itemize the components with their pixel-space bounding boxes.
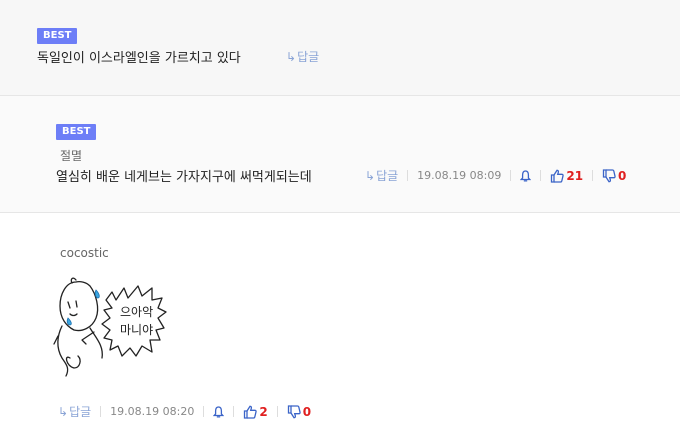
comment-meta: ↳답글 19.08.19 08:20 2 0: [58, 403, 311, 420]
comment-1: BEST 독일인이 이스라엘인을 가르치고 있다 ↳답글: [0, 0, 680, 96]
thumbs-down-icon: [287, 404, 301, 418]
timestamp: 19.08.19 08:09: [417, 169, 502, 182]
reply-arrow-icon: ↳: [365, 169, 376, 183]
thumbs-down-icon: [602, 168, 616, 182]
divider: [233, 406, 235, 417]
image-caption-2: 마니야: [120, 323, 153, 337]
author-name[interactable]: 절멸: [60, 147, 82, 164]
best-badge: BEST: [37, 28, 78, 44]
comment-meta: ↳답글 19.08.19 08:09 21 0: [365, 167, 626, 184]
reply-button[interactable]: ↳답글: [58, 403, 91, 420]
report-button[interactable]: [213, 405, 225, 418]
comment-2: BEST 절멸 열심히 배운 네게브는 가자지구에 써먹게되는데 ↳답글 19.…: [0, 96, 680, 213]
reply-button[interactable]: ↳답글: [365, 167, 398, 184]
reply-button[interactable]: ↳답글: [286, 48, 319, 65]
downvote-button[interactable]: 0: [287, 405, 311, 419]
image-caption-1: 으아악: [120, 305, 153, 319]
timestamp: 19.08.19 08:20: [110, 405, 195, 418]
reply-label: 답글: [297, 50, 320, 64]
comment-text: 독일인이 이스라엘인을 가르치고 있다: [37, 51, 241, 66]
comment-image[interactable]: 으아악 마니야: [52, 272, 174, 382]
upvote-button[interactable]: 2: [243, 404, 268, 419]
best-badge: BEST: [56, 124, 97, 140]
report-button[interactable]: [520, 169, 532, 182]
reply-label: 답글: [376, 169, 399, 183]
downvote-button[interactable]: 0: [602, 169, 626, 183]
comment-text: 열심히 배운 네게브는 가자지구에 써먹게되는데: [56, 170, 312, 185]
report-bell-icon: [520, 169, 532, 181]
divider: [203, 406, 205, 417]
divider: [592, 170, 594, 181]
upvote-count: 2: [259, 404, 268, 419]
downvote-count: 0: [618, 168, 627, 183]
author-name[interactable]: cocostic: [60, 246, 109, 260]
report-bell-icon: [213, 405, 225, 417]
reply-label: 답글: [69, 405, 92, 419]
divider: [276, 406, 278, 417]
divider: [510, 170, 512, 181]
reply-arrow-icon: ↳: [286, 50, 297, 64]
divider: [407, 170, 409, 181]
thumbs-up-icon: [551, 169, 565, 183]
reply-arrow-icon: ↳: [58, 405, 69, 419]
divider: [540, 170, 542, 181]
upvote-button[interactable]: 21: [550, 169, 583, 183]
downvote-count: 0: [302, 404, 312, 419]
upvote-count: 21: [566, 168, 584, 183]
thumbs-up-icon: [244, 405, 258, 419]
divider: [100, 406, 102, 417]
